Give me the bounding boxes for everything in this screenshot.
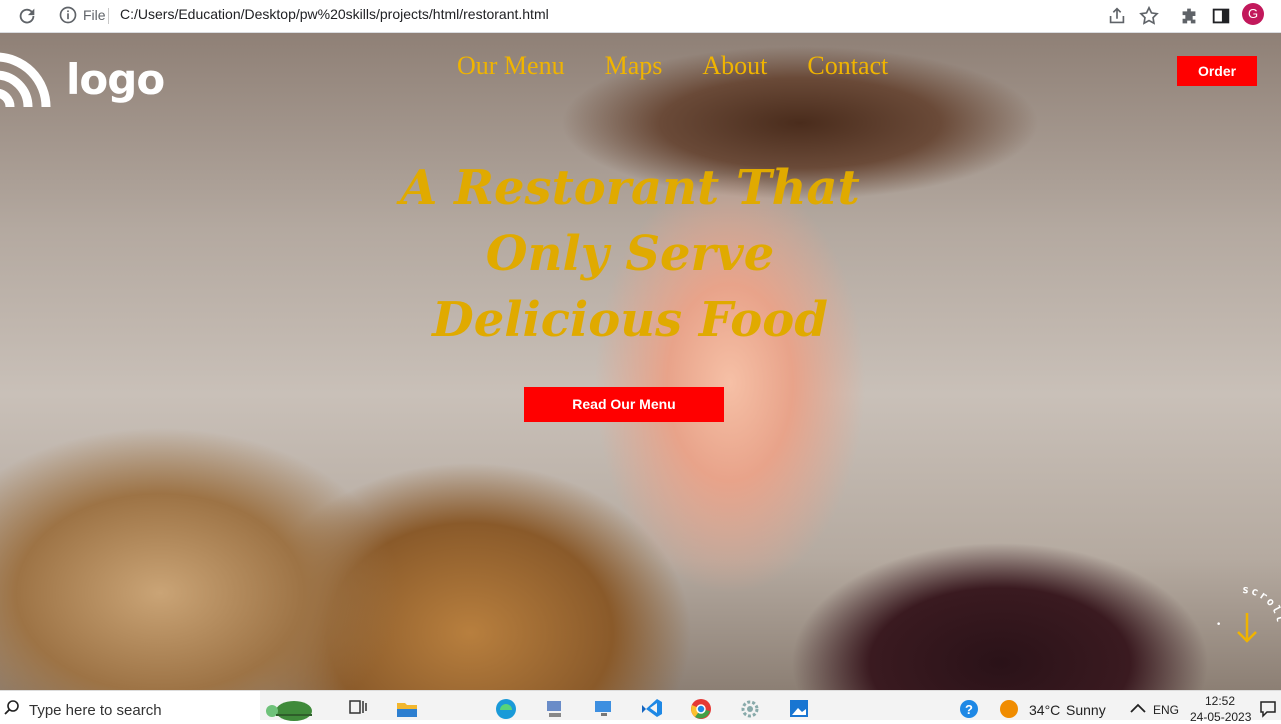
- search-icon: [4, 700, 19, 715]
- weather-temp: 34°C: [1029, 702, 1061, 718]
- edge-browser-icon[interactable]: [494, 697, 518, 719]
- hero-headline: A Restorant That Only Serve Delicious Fo…: [360, 155, 900, 353]
- nav-link-maps[interactable]: Maps: [605, 51, 663, 81]
- chrome-icon[interactable]: [689, 697, 713, 719]
- settings-gear-icon[interactable]: [738, 697, 762, 719]
- url-scheme: File: [83, 7, 106, 23]
- vscode-icon[interactable]: [640, 697, 664, 719]
- svg-text:•: •: [1216, 620, 1221, 630]
- bookmark-star-icon[interactable]: [1138, 5, 1160, 27]
- hero-section: logo Our Menu Maps About Contact Order A…: [0, 33, 1281, 690]
- reload-icon[interactable]: [16, 5, 38, 27]
- headline-line-1: A Restorant That: [400, 160, 860, 216]
- photos-icon[interactable]: [787, 697, 811, 719]
- chevron-up-icon[interactable]: [1126, 697, 1150, 719]
- nav-link-our-menu[interactable]: Our Menu: [457, 51, 565, 81]
- read-menu-button[interactable]: Read Our Menu: [524, 387, 724, 422]
- scroll-indicator[interactable]: scroll •: [1196, 579, 1281, 679]
- file-explorer-icon[interactable]: [395, 697, 419, 719]
- weather-condition: Sunny: [1066, 702, 1106, 718]
- main-nav: Our Menu Maps About Contact: [457, 51, 888, 81]
- clock-date[interactable]: 24-05-2023: [1190, 710, 1251, 724]
- taskbar-search-placeholder: Type here to search: [29, 702, 162, 719]
- task-view-icon[interactable]: [346, 697, 370, 719]
- nav-link-about[interactable]: About: [702, 51, 767, 81]
- profile-avatar[interactable]: G: [1242, 3, 1264, 25]
- sun-weather-icon: [1000, 700, 1018, 718]
- share-icon[interactable]: [1106, 5, 1128, 27]
- notification-icon[interactable]: [1258, 697, 1278, 719]
- logo-text[interactable]: logo: [66, 55, 165, 104]
- order-button[interactable]: Order: [1177, 56, 1257, 86]
- taskbar-search[interactable]: Type here to search: [0, 691, 312, 721]
- url-separator: [108, 8, 109, 24]
- headline-line-3: Delicious Food: [432, 292, 828, 348]
- headline-line-2: Only Serve: [485, 226, 775, 282]
- svg-text:?: ?: [965, 702, 973, 717]
- arrow-down-icon: [1237, 613, 1257, 643]
- side-panel-icon[interactable]: [1210, 5, 1232, 27]
- turtle-icon: [266, 701, 312, 721]
- monitor-icon[interactable]: [592, 697, 616, 719]
- extensions-icon[interactable]: [1178, 5, 1200, 27]
- clock-time[interactable]: 12:52: [1205, 694, 1235, 708]
- browser-toolbar: File C:/Users/Education/Desktop/pw%20ski…: [0, 0, 1281, 33]
- address-bar[interactable]: C:/Users/Education/Desktop/pw%20skills/p…: [120, 6, 549, 22]
- language-indicator[interactable]: ENG: [1153, 703, 1179, 717]
- computer-icon[interactable]: [543, 697, 567, 719]
- info-icon[interactable]: [58, 5, 78, 25]
- help-icon[interactable]: ?: [957, 697, 981, 719]
- windows-taskbar: Type here to search ? 34°C Sunny ENG 12:…: [0, 690, 1281, 724]
- nav-link-contact[interactable]: Contact: [807, 51, 888, 81]
